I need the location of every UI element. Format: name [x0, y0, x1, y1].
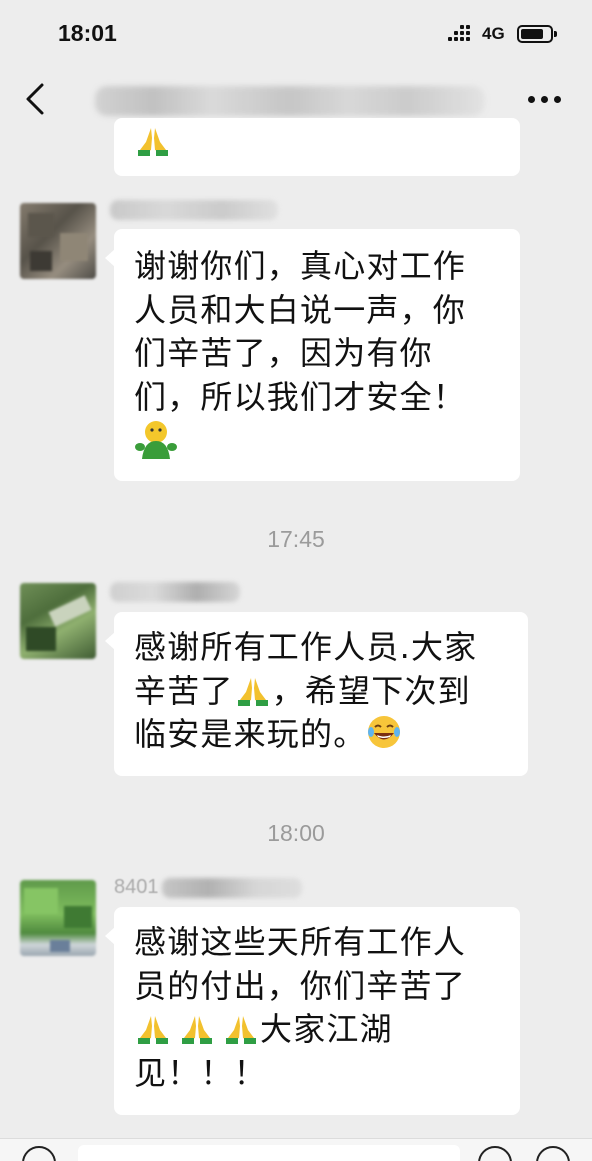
message-line: 见！！！ — [134, 1053, 267, 1092]
message-line: 员的付出，你们辛苦了 — [134, 966, 467, 1005]
message-line: 辛苦了 ，希望下次到 — [134, 671, 471, 710]
message-line: 临安是来玩的。 — [134, 713, 508, 757]
message-input[interactable] — [78, 1145, 460, 1161]
folded-hands-emoji-icon — [182, 1016, 212, 1044]
folded-hands-emoji-icon — [138, 128, 168, 156]
voice-icon[interactable] — [22, 1146, 56, 1161]
folded-hands-emoji-icon — [237, 677, 268, 706]
battery-icon — [517, 25, 557, 43]
message-line: 人员和大白说一声，你 — [134, 290, 467, 329]
avatar[interactable] — [20, 583, 96, 659]
folded-hands-emoji-icon — [226, 1016, 256, 1044]
chat-title-blurred — [95, 86, 485, 116]
timestamp: 17:45 — [267, 526, 325, 552]
laughing-tears-emoji-icon — [368, 716, 401, 748]
network-type: 4G — [482, 24, 505, 43]
sender-name-partial: 8401 — [114, 876, 159, 898]
sender-name-blurred — [110, 200, 278, 220]
avatar[interactable] — [20, 880, 96, 956]
emoji-icon[interactable] — [478, 1146, 512, 1161]
timestamp: 18:00 — [267, 820, 325, 846]
message-line: 们辛苦了，因为有你 — [134, 334, 433, 372]
message-line: 们，所以我们才安全！ — [134, 377, 467, 416]
sender-name-blurred — [162, 878, 302, 898]
message-bubble[interactable]: 感谢所有工作人员.大家 辛苦了 ，希望下次到 临安是来玩的。 — [105, 612, 528, 776]
signal-icon — [448, 25, 474, 45]
sender-name-blurred — [110, 582, 240, 602]
message-bubble[interactable] — [114, 118, 520, 176]
avatar[interactable] — [20, 203, 96, 279]
message-line: 感谢所有工作人员.大家 — [134, 628, 478, 666]
message-line: 大家江湖 — [134, 1008, 500, 1052]
chat-input-bar — [0, 1138, 592, 1161]
plus-icon[interactable] — [536, 1146, 570, 1161]
status-time: 18:01 — [58, 20, 117, 46]
message-bubble[interactable]: 谢谢你们，真心对工作 人员和大白说一声，你 们辛苦了，因为有你 们，所以我们才安… — [105, 229, 520, 481]
status-bar: 18:01 4G — [0, 0, 592, 68]
folded-hands-emoji-icon — [138, 1016, 168, 1044]
chevron-left-icon[interactable] — [22, 82, 52, 116]
message-bubble[interactable]: 感谢这些天所有工作人 员的付出，你们辛苦了 大家江湖 见！！！ — [105, 907, 520, 1115]
message-line: 感谢这些天所有工作人 — [134, 923, 467, 961]
more-dots-icon[interactable] — [526, 94, 564, 104]
message-line: 谢谢你们，真心对工作 — [134, 247, 467, 285]
green-blob-emoji-icon — [135, 421, 177, 459]
